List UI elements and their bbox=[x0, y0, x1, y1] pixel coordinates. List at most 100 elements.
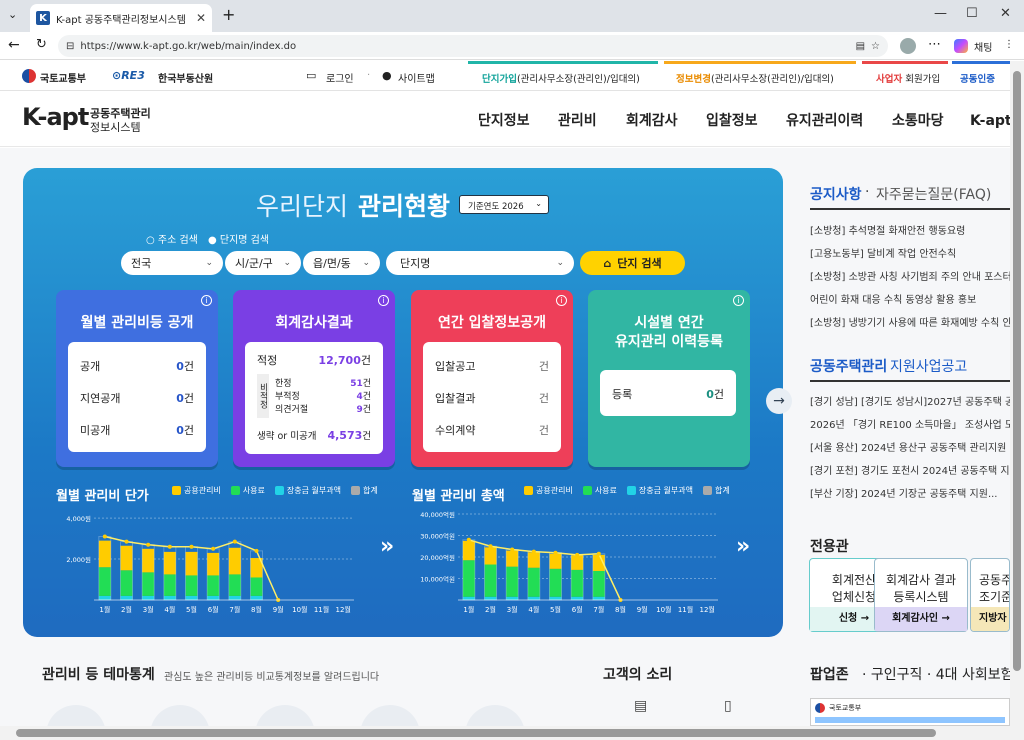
close-window-icon[interactable]: ✕ bbox=[1000, 6, 1011, 21]
card-annual-bidding[interactable]: i 연간 입찰정보공개 입찰공고 건 입찰결과 건 수의계약 건 bbox=[411, 290, 573, 467]
site-info-icon[interactable]: ⊟ bbox=[66, 41, 74, 52]
nav-k-apt-intro[interactable]: K-apt소 bbox=[970, 110, 1010, 130]
nav-maintenance-history[interactable]: 유지관리이력 bbox=[786, 110, 863, 130]
y-tick-label: 40,000억원 bbox=[420, 510, 455, 519]
x-tick-label: 2월 bbox=[121, 605, 132, 614]
mobile-icon[interactable]: ▯ bbox=[724, 698, 732, 714]
chart2-more-icon[interactable]: » bbox=[736, 534, 750, 559]
name-search-radio[interactable]: ● 단지명 검색 bbox=[208, 231, 269, 246]
support-title-bold[interactable]: 공동주택관리 bbox=[810, 356, 887, 376]
notice-item[interactable]: [소방청] 냉방기기 사용에 따른 화재예방 수칙 안내 bbox=[810, 314, 1010, 329]
info-icon[interactable]: i bbox=[201, 295, 212, 306]
notice-item[interactable]: [소방청] 소방관 사칭 사기범죄 주의 안내 포스터 bbox=[810, 268, 1010, 283]
chart1-more-icon[interactable]: » bbox=[380, 534, 394, 559]
browser-tab[interactable]: K K-apt 공동주택관리정보시스템 ✕ bbox=[30, 4, 212, 32]
eupmyeon-select[interactable]: 읍/면/동 ⌄ bbox=[303, 251, 380, 275]
notice-item[interactable]: [소방청] 추석명절 화재안전 행동요령 bbox=[810, 222, 1010, 237]
sidebar-toggle-icon[interactable]: ⋮ bbox=[1004, 39, 1014, 50]
reserve-bar bbox=[250, 595, 263, 600]
x-tick-label: 7월 bbox=[229, 605, 240, 614]
monthly-total-fee-chart: 40,000억원 30,000억원 20,000억원 10,000억원 1월 2월 3월 4월… bbox=[420, 510, 718, 614]
sigungu-select[interactable]: 시/군/구 ⌄ bbox=[225, 251, 301, 275]
support-item[interactable]: [부산 기장] 2024년 기장군 공동주택 지원... bbox=[810, 485, 1010, 500]
horizontal-scrollbar[interactable] bbox=[0, 726, 1010, 740]
info-icon[interactable]: i bbox=[556, 295, 567, 306]
complex-join-link[interactable]: 단지가입(관리사무소장(관리인)/입대의) bbox=[468, 61, 658, 91]
reserve-bar bbox=[185, 595, 198, 600]
horizontal-scroll-thumb[interactable] bbox=[16, 729, 936, 737]
chat-button[interactable]: 채팅 bbox=[974, 39, 992, 54]
card-title: 연간 입찰정보공개 bbox=[438, 315, 546, 331]
molit-emblem-icon bbox=[815, 703, 825, 713]
popup-banner[interactable]: 국토교통부 bbox=[810, 698, 1010, 726]
card-maintenance-registration[interactable]: i 시설별 연간 유지관리 이력등록 등록 0건 bbox=[588, 290, 750, 467]
reader-mode-icon[interactable]: ▤ bbox=[856, 41, 865, 52]
common-fee-bar bbox=[207, 552, 220, 576]
nav-community[interactable]: 소통마당 bbox=[892, 110, 944, 130]
url-text: https://www.k-apt.go.kr/web/main/index.d… bbox=[80, 40, 297, 52]
more-menu-icon[interactable]: ⋯ bbox=[928, 37, 941, 52]
info-change-link[interactable]: 정보변경(관리사무소장(관리인)/입대의) bbox=[664, 61, 856, 91]
refresh-icon[interactable]: ↻ bbox=[36, 37, 47, 52]
card-monthly-fee-disclosure[interactable]: i 월별 관리비등 공개 공개 0건 지연공개 0건 미공개 0건 bbox=[56, 290, 218, 467]
nav-bidding-info[interactable]: 입찰정보 bbox=[706, 110, 758, 130]
vertical-scrollbar[interactable] bbox=[1010, 61, 1024, 740]
base-year-select[interactable]: 기준연도 2026 ⌄ bbox=[459, 195, 549, 214]
info-icon[interactable]: i bbox=[378, 295, 389, 306]
certificate-link[interactable]: 공동인증 bbox=[952, 61, 1010, 91]
back-icon[interactable]: ← bbox=[8, 37, 20, 53]
support-item[interactable]: [경기 포천] 경기도 포천시 2024년 공동주택 지... bbox=[810, 462, 1010, 477]
document-icon[interactable]: ▤ bbox=[634, 698, 647, 714]
x-tick-label: 3월 bbox=[507, 605, 518, 614]
x-tick-label: 6월 bbox=[208, 605, 219, 614]
nav-complex-info[interactable]: 단지정보 bbox=[478, 110, 530, 130]
usage-bar bbox=[185, 575, 198, 596]
close-tab-icon[interactable]: ✕ bbox=[196, 11, 206, 25]
nav-accounting-audit[interactable]: 회계감사 bbox=[626, 110, 678, 130]
maximize-icon[interactable]: ☐ bbox=[966, 6, 978, 21]
support-item[interactable]: 2026년 「경기 RE100 소득마을」 조성사업 모... bbox=[810, 416, 1010, 431]
reb-logo-icon: ⊙RE3 bbox=[112, 69, 145, 82]
copilot-icon[interactable] bbox=[954, 39, 968, 53]
notice-item[interactable]: 어린이 화재 대응 수칙 동영상 활용 홍보 bbox=[810, 291, 1010, 306]
theme-stats-title: 관리비 등 테마통계 bbox=[42, 667, 155, 683]
profile-avatar[interactable] bbox=[900, 38, 916, 54]
audit-result-registration[interactable]: 회계감사 결과 등록시스템 회계감사인 → bbox=[874, 558, 968, 632]
support-item[interactable]: [경기 성남] [경기도 성남시]2027년 공동주택 공... bbox=[810, 393, 1010, 408]
hero-title-light: 우리단지 bbox=[256, 192, 349, 221]
chart1-title: 월별 관리비 단가 bbox=[56, 489, 149, 504]
sido-select[interactable]: 전국 ⌄ bbox=[121, 251, 223, 275]
address-search-radio[interactable]: ○ 주소 검색 bbox=[146, 231, 198, 246]
sitemap-link[interactable]: 사이트맵 bbox=[398, 70, 435, 85]
common-fee-bar bbox=[185, 551, 198, 576]
local-gov-service[interactable]: 공동주 조기준 지방자 bbox=[970, 558, 1010, 632]
url-field[interactable]: ⊟ https://www.k-apt.go.kr/web/main/index… bbox=[58, 35, 888, 57]
x-tick-label: 10월 bbox=[656, 605, 671, 614]
notice-tab[interactable]: 공지사항 bbox=[810, 184, 862, 204]
notice-item[interactable]: [고용노동부] 달비계 작업 안전수칙 bbox=[810, 245, 1010, 260]
x-tick-label: 12월 bbox=[699, 605, 714, 614]
k-apt-logo[interactable]: K-apt bbox=[22, 103, 89, 131]
tab-list-icon[interactable]: ⌄ bbox=[8, 8, 17, 21]
favorite-star-icon[interactable]: ☆ bbox=[871, 41, 880, 52]
complex-search-button[interactable]: ⌂ 단지 검색 bbox=[580, 251, 685, 275]
x-tick-label: 9월 bbox=[273, 605, 284, 614]
card-title: 월별 관리비등 공개 bbox=[80, 315, 194, 331]
info-icon[interactable]: i bbox=[733, 295, 744, 306]
support-divider bbox=[810, 380, 1010, 382]
complex-name-select[interactable]: 단지명 ⌄ bbox=[386, 251, 574, 275]
business-signup-link[interactable]: 사업자 회원가입 bbox=[862, 61, 948, 91]
chart2-legend: 공용관리비 사용료 장충금 월부과액 합계 bbox=[524, 485, 730, 496]
faq-tab[interactable]: 자주묻는질문(FAQ) bbox=[876, 184, 991, 204]
molit-logo-text[interactable]: 국토교통부 bbox=[40, 70, 86, 85]
minimize-icon[interactable]: — bbox=[934, 6, 947, 21]
reb-logo-text[interactable]: 한국부동산원 bbox=[158, 70, 213, 85]
login-link[interactable]: 로그인 bbox=[326, 70, 354, 85]
support-item[interactable]: [서울 용산] 2024년 용산구 공동주택 관리지원 ... bbox=[810, 439, 1010, 454]
nav-management-fee[interactable]: 관리비 bbox=[558, 110, 597, 130]
vertical-scroll-thumb[interactable] bbox=[1013, 71, 1021, 671]
next-slide-button[interactable]: → bbox=[766, 388, 792, 414]
new-tab-icon[interactable]: + bbox=[222, 5, 235, 24]
card-audit-results[interactable]: i 회계감사결과 적정 12,700건 비적정 한정 51건 부적정 4건 의견거절 9… bbox=[233, 290, 395, 467]
popup-zone-tabs[interactable]: · 구인구직 · 4대 사회보험 bbox=[862, 664, 1010, 684]
